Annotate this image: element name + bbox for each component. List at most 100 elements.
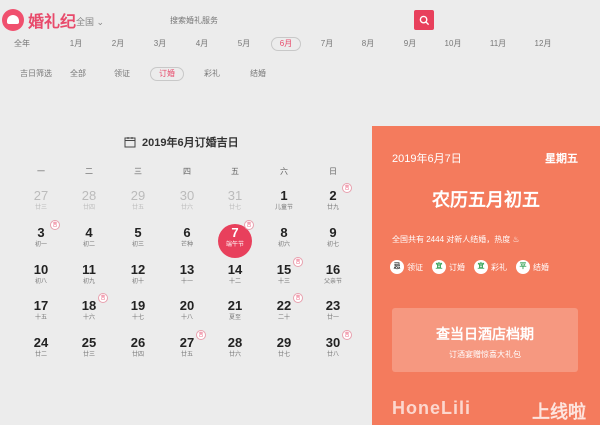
day-cell[interactable]: 8 初六 — [264, 225, 304, 259]
month-tab[interactable]: 2月 — [103, 37, 133, 51]
search-input[interactable] — [170, 13, 410, 27]
month-tab[interactable]: 8月 — [353, 37, 383, 51]
month-tab[interactable]: 11月 — [483, 37, 513, 51]
day-cell[interactable]: 29 廿七 — [264, 335, 304, 369]
category-tab[interactable]: 领证 — [105, 67, 139, 81]
city-selector[interactable]: 全国 ⌄ — [76, 15, 104, 28]
date-detail-panel: 2019年6月7日 星期五 农历五月初五 全国共有 2444 对新人结婚，热度 … — [372, 126, 600, 425]
day-cell[interactable]: 21 夏至 — [215, 298, 255, 332]
yi-ji-row: 忌领证宜订婚宜彩礼平结婚 — [390, 260, 558, 274]
day-number: 9 — [329, 225, 337, 240]
day-number: 19 — [130, 298, 146, 313]
category-tab[interactable]: 结婚 — [241, 67, 275, 81]
auspicious-badge: 吉 — [244, 220, 254, 230]
lunar-day-label: 廿四 — [131, 352, 144, 358]
day-number: 1 — [280, 188, 288, 203]
lunar-day-label: 初十 — [131, 279, 144, 285]
day-cell[interactable]: 28 廿四 — [69, 188, 109, 222]
day-cell[interactable]: 23 廿一 — [313, 298, 353, 332]
day-cell[interactable]: 31 廿七 — [215, 188, 255, 222]
day-cell[interactable]: 14 十二 — [215, 262, 255, 296]
month-tab[interactable]: 6月 — [271, 37, 301, 51]
day-cell[interactable]: 11 初九 — [69, 262, 109, 296]
lunar-day-label: 廿三 — [82, 352, 95, 358]
day-cell[interactable]: 28 廿六 — [215, 335, 255, 369]
day-cell[interactable]: 17 十五 — [21, 298, 61, 332]
day-cell[interactable]: 2 廿九 — [313, 188, 353, 222]
day-number: 10 — [33, 262, 49, 277]
month-tab[interactable]: 全年 — [7, 37, 37, 51]
category-tab[interactable]: 全部 — [61, 67, 95, 81]
lunar-day-label: 二十 — [277, 315, 290, 321]
month-tab[interactable]: 3月 — [145, 37, 175, 51]
day-cell[interactable]: 15 十三 — [264, 262, 304, 296]
promo-title: 查当日酒店档期 — [436, 326, 534, 342]
day-cell[interactable]: 19 十七 — [118, 298, 158, 332]
month-tab[interactable]: 1月 — [61, 37, 91, 51]
weekday-label: 四 — [183, 167, 191, 176]
day-cell[interactable]: 3 初一 — [21, 225, 61, 259]
month-tab[interactable]: 4月 — [187, 37, 217, 51]
footer-brand-text: HoneLili — [392, 398, 471, 418]
day-cell[interactable]: 9 初七 — [313, 225, 353, 259]
month-tab[interactable]: 9月 — [395, 37, 425, 51]
wedding-stats: 全国共有 2444 对新人结婚，热度 ♨ — [392, 234, 520, 245]
day-number: 25 — [81, 335, 97, 350]
day-number: 20 — [179, 298, 195, 313]
day-cell[interactable]: 30 廿八 — [313, 335, 353, 369]
hotel-promo-button[interactable]: 查当日酒店档期 订酒宴赠惊喜大礼包 — [392, 308, 578, 372]
day-cell[interactable]: 4 初二 — [69, 225, 109, 259]
weekday-label: 二 — [85, 167, 93, 176]
day-cell[interactable]: 29 廿五 — [118, 188, 158, 222]
day-cell[interactable]: 12 初十 — [118, 262, 158, 296]
day-cell[interactable]: 22 二十 — [264, 298, 304, 332]
day-number: 4 — [85, 225, 93, 240]
day-number: 28 — [81, 188, 97, 203]
weekday-label: 三 — [134, 167, 142, 176]
day-cell[interactable]: 27 廿三 — [21, 188, 61, 222]
category-tab[interactable]: 彩礼 — [195, 67, 229, 81]
day-cell[interactable]: 27 廿五 — [167, 335, 207, 369]
day-cell[interactable]: 6 芒种 — [167, 225, 207, 259]
day-cell[interactable]: 1 儿童节 — [264, 188, 304, 222]
day-number: 27 — [33, 188, 49, 203]
day-number: 16 — [325, 262, 341, 277]
wedding-stats-text: 全国共有 2444 对新人结婚，热度 — [392, 235, 511, 244]
calendar-icon — [124, 137, 136, 148]
auspicious-badge: 吉 — [196, 330, 206, 340]
yi-ji-item: 宜彩礼 — [474, 260, 507, 274]
category-tab[interactable]: 订婚 — [150, 67, 184, 81]
day-number: 8 — [280, 225, 288, 240]
logo[interactable]: 婚礼纪 — [2, 8, 76, 32]
lunar-day-label: 廿八 — [326, 352, 339, 358]
day-cell[interactable]: 16 父亲节 — [313, 262, 353, 296]
yi-ji-mark: 忌 — [390, 260, 404, 274]
day-cell[interactable]: 20 十八 — [167, 298, 207, 332]
search-button[interactable] — [414, 10, 434, 30]
day-cell[interactable]: 30 廿六 — [167, 188, 207, 222]
yi-ji-label: 彩礼 — [491, 262, 507, 272]
day-cell[interactable]: 10 初八 — [21, 262, 61, 296]
month-tab[interactable]: 10月 — [438, 37, 468, 51]
day-cell[interactable]: 18 十六 — [69, 298, 109, 332]
day-cell[interactable]: 24 廿二 — [21, 335, 61, 369]
day-cell[interactable]: 26 廿四 — [118, 335, 158, 369]
month-tab[interactable]: 7月 — [312, 37, 342, 51]
month-tab[interactable]: 5月 — [229, 37, 259, 51]
lunar-day-label: 廿三 — [34, 205, 47, 211]
selected-day-cell[interactable]: 7 端午节 — [215, 225, 255, 259]
day-number: 14 — [227, 262, 243, 277]
day-number: 6 — [183, 225, 191, 240]
day-cell[interactable]: 13 十一 — [167, 262, 207, 296]
lunar-day-label: 初九 — [82, 279, 95, 285]
month-tab[interactable]: 12月 — [528, 37, 558, 51]
weekday-label: 日 — [329, 167, 337, 176]
day-cell[interactable]: 25 廿三 — [69, 335, 109, 369]
lunar-day-label: 初七 — [326, 242, 339, 248]
day-cell[interactable]: 5 初三 — [118, 225, 158, 259]
day-number: 5 — [134, 225, 142, 240]
yi-ji-label: 订婚 — [449, 262, 465, 272]
promo-subtitle: 订酒宴赠惊喜大礼包 — [449, 350, 521, 359]
day-number: 29 — [130, 188, 146, 203]
chevron-down-icon: ⌄ — [96, 17, 105, 27]
